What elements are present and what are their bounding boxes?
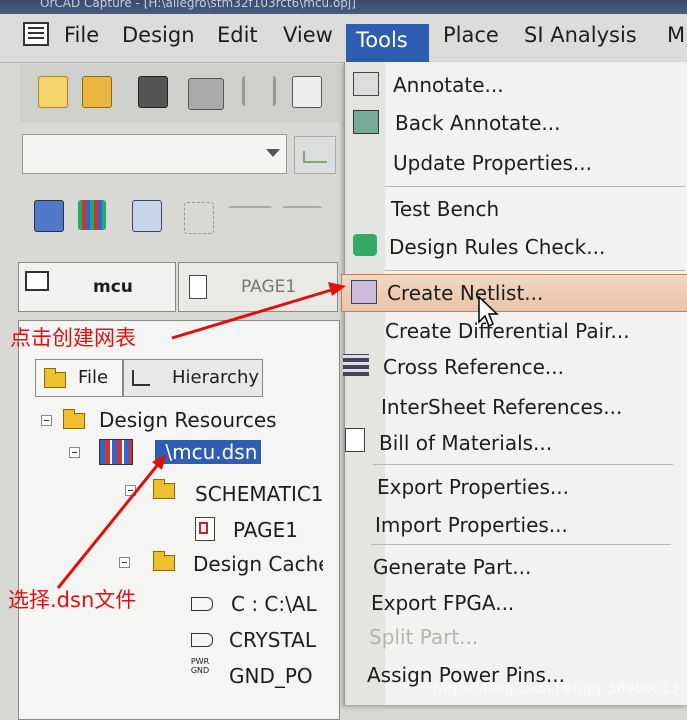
- arrowhead-create-netlist: [328, 282, 346, 296]
- watermark: https://blog.csdn.net/qq_38960013: [433, 681, 679, 697]
- arrow-select-dsn: [56, 461, 162, 589]
- annotation-create-netlist: 点击创建网表: [10, 326, 136, 350]
- annotation-select-dsn: 选择.dsn文件: [8, 588, 137, 612]
- arrow-create-netlist: [171, 286, 339, 340]
